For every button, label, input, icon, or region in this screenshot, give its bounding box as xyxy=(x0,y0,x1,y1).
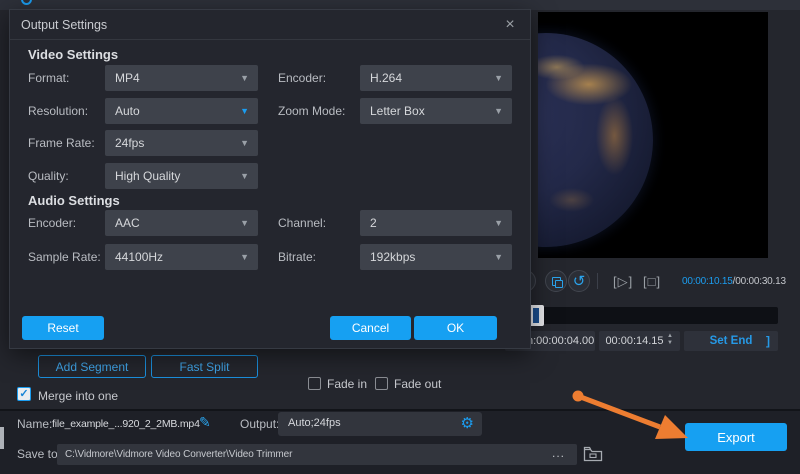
browse-button[interactable]: ... xyxy=(552,446,565,460)
quality-value: High Quality xyxy=(115,169,180,183)
chevron-down-icon: ▼ xyxy=(240,171,249,181)
arrow-dot xyxy=(573,391,584,402)
audio-encoder-dropdown[interactable]: AAC ▼ xyxy=(105,210,258,236)
save-to-value: C:\Vidmore\Vidmore Video Converter\Video… xyxy=(65,449,292,460)
bitrate-value: 192kbps xyxy=(370,250,415,264)
controls-divider xyxy=(597,273,598,289)
video-settings-heading: Video Settings xyxy=(28,47,118,62)
encoder-value: H.264 xyxy=(370,71,402,85)
duration-value: n:00:00:04.00 xyxy=(527,335,594,347)
frame-rate-label: Frame Rate: xyxy=(28,136,95,150)
quality-label: Quality: xyxy=(28,169,69,183)
rotate-ccw-icon: ↺ xyxy=(573,274,586,289)
trim-timeline[interactable] xyxy=(528,307,778,324)
video-preview xyxy=(538,12,768,258)
name-label: Name: xyxy=(17,417,52,431)
encoder-dropdown[interactable]: H.264 ▼ xyxy=(360,65,512,91)
channel-dropdown[interactable]: 2 ▼ xyxy=(360,210,512,236)
output-field[interactable]: Auto;24fps ⚙ xyxy=(278,412,482,436)
total-time: /00:00:30.13 xyxy=(733,276,786,287)
encoder-label: Encoder: xyxy=(278,71,326,85)
fast-split-button[interactable]: Fast Split xyxy=(151,355,258,378)
output-settings-gear-icon[interactable]: ⚙ xyxy=(461,416,474,431)
settings-ring-icon xyxy=(21,0,32,5)
chevron-down-icon: ▼ xyxy=(494,252,503,262)
quality-dropdown[interactable]: High Quality ▼ xyxy=(105,163,258,189)
snapshot-button[interactable] xyxy=(545,270,567,292)
channel-value: 2 xyxy=(370,216,377,230)
chevron-down-icon: ▼ xyxy=(494,73,503,83)
fade-out-label: Fade out xyxy=(394,377,441,391)
name-value: file_example_...920_2_2MB.mp4 xyxy=(52,418,200,430)
ok-button[interactable]: OK xyxy=(414,316,497,340)
output-value: Auto;24fps xyxy=(288,417,341,429)
chevron-down-icon: ▼ xyxy=(240,138,249,148)
open-folder-button[interactable] xyxy=(583,446,603,467)
time-display: 00:00:10.15/00:00:30.13 xyxy=(682,276,786,287)
zoom-mode-dropdown[interactable]: Letter Box ▼ xyxy=(360,98,512,124)
format-value: MP4 xyxy=(115,71,140,85)
bitrate-label: Bitrate: xyxy=(278,250,316,264)
set-end-label: Set End xyxy=(710,335,753,347)
earth-night-frame xyxy=(538,33,653,247)
chevron-down-icon: ▼ xyxy=(240,218,249,228)
dialog-title: Output Settings xyxy=(21,18,107,32)
resolution-value: Auto xyxy=(115,104,140,118)
chevron-down-icon: ▼ xyxy=(494,218,503,228)
chevron-down-icon: ▼ xyxy=(240,106,249,116)
resolution-dropdown[interactable]: Auto ▼ xyxy=(105,98,258,124)
app-window: ↺ [▷] [□] 00:00:10.15/00:00:30.13 n:00:0… xyxy=(0,0,800,474)
stop-segment-button[interactable]: [□] xyxy=(643,274,661,289)
fade-in-label: Fade in xyxy=(327,377,367,391)
resolution-label: Resolution: xyxy=(28,104,88,118)
save-to-label: Save to: xyxy=(17,447,61,461)
audio-encoder-label: Encoder: xyxy=(28,216,76,230)
zoom-mode-label: Zoom Mode: xyxy=(278,104,345,118)
end-time-field[interactable]: 00:00:14.15 ▲▼ xyxy=(599,331,680,351)
dialog-header: Output Settings × xyxy=(10,10,530,40)
cancel-button[interactable]: Cancel xyxy=(330,316,411,340)
export-button[interactable]: Export xyxy=(685,423,787,451)
format-dropdown[interactable]: MP4 ▼ xyxy=(105,65,258,91)
merge-into-one-label: Merge into one xyxy=(38,389,118,403)
output-settings-dialog: Output Settings × Video Settings Format:… xyxy=(10,10,530,348)
frame-rate-dropdown[interactable]: 24fps ▼ xyxy=(105,130,258,156)
side-tab xyxy=(0,427,4,449)
channel-label: Channel: xyxy=(278,216,326,230)
fade-out-checkbox[interactable] xyxy=(375,377,388,390)
end-bracket-icon: ] xyxy=(766,334,770,348)
checkmark-icon: ✓ xyxy=(19,389,28,400)
stepper-arrows-icon[interactable]: ▲▼ xyxy=(667,333,673,347)
zoom-mode-value: Letter Box xyxy=(370,104,425,118)
play-segment-button[interactable]: [▷] xyxy=(613,274,633,290)
trim-handle-grip xyxy=(533,308,539,323)
edit-name-button[interactable]: ✎ xyxy=(199,414,211,431)
output-label: Output: xyxy=(240,417,279,431)
set-end-button[interactable]: Set End ] xyxy=(684,331,778,351)
audio-settings-heading: Audio Settings xyxy=(28,193,120,208)
sample-rate-label: Sample Rate: xyxy=(28,250,101,264)
reset-button[interactable]: Reset xyxy=(22,316,104,340)
format-label: Format: xyxy=(28,71,69,85)
close-icon[interactable]: × xyxy=(500,15,520,35)
chevron-down-icon: ▼ xyxy=(240,73,249,83)
fade-in-checkbox[interactable] xyxy=(308,377,321,390)
snapshot-icon xyxy=(552,277,561,286)
add-segment-button[interactable]: Add Segment xyxy=(38,355,146,378)
folder-icon xyxy=(583,446,603,462)
chevron-down-icon: ▼ xyxy=(494,106,503,116)
merge-into-one-checkbox[interactable]: ✓ xyxy=(17,387,31,401)
chevron-down-icon: ▼ xyxy=(240,252,249,262)
save-to-field[interactable]: C:\Vidmore\Vidmore Video Converter\Video… xyxy=(57,444,577,465)
sample-rate-dropdown[interactable]: 44100Hz ▼ xyxy=(105,244,258,270)
frame-rate-value: 24fps xyxy=(115,136,144,150)
window-top-strip xyxy=(0,0,800,10)
reset-playback-button[interactable]: ↺ xyxy=(568,270,590,292)
end-time-value: 00:00:14.15 xyxy=(605,335,663,347)
bitrate-dropdown[interactable]: 192kbps ▼ xyxy=(360,244,512,270)
current-time: 00:00:10.15 xyxy=(682,276,733,287)
sample-rate-value: 44100Hz xyxy=(115,250,163,264)
audio-encoder-value: AAC xyxy=(115,216,140,230)
